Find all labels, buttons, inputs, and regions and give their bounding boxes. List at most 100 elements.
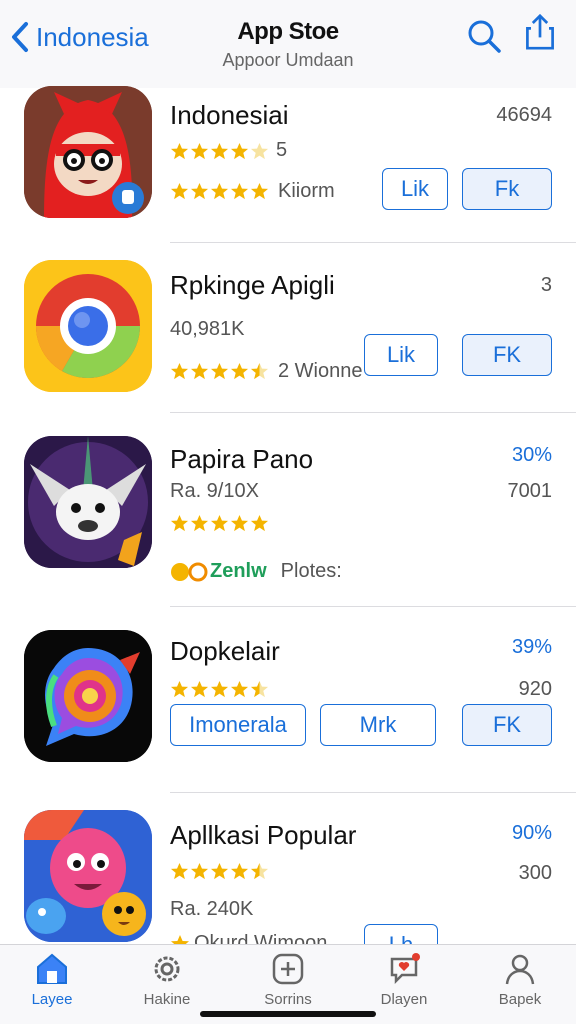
star-icon <box>230 182 249 200</box>
home-indicator <box>200 1011 376 1017</box>
tab-label: Layee <box>31 991 73 1008</box>
tab-label: Sorrins <box>264 991 312 1008</box>
tab-label: Hakine <box>143 991 191 1008</box>
tab-hakine[interactable]: Hakine <box>117 951 217 1008</box>
nav-header: Indonesia App Stoe Appoor Umdaan <box>0 0 576 88</box>
rating-stars: 2 Wionne <box>170 360 363 385</box>
tab-layee[interactable]: Layee <box>2 951 102 1008</box>
creature-icon <box>24 436 152 568</box>
star-icon <box>230 862 249 880</box>
list-item[interactable]: Papira Pano 30% Ra. 9/10X 7001 Zenlw Plo… <box>0 414 576 608</box>
app-stat: 300 <box>518 862 552 884</box>
tab-label: Bapek <box>498 991 542 1008</box>
fk-button[interactable]: Fk <box>462 168 552 210</box>
star-icon <box>250 514 269 532</box>
star-icon <box>250 142 269 160</box>
rating-stars <box>170 680 269 699</box>
star-icon <box>210 514 229 532</box>
star-icon <box>190 142 209 160</box>
mrk-button[interactable]: Mrk <box>320 704 436 746</box>
app-stat: 46694 <box>496 104 552 126</box>
divider <box>170 792 576 793</box>
rating-stars: 5 <box>170 139 288 165</box>
star-icon <box>250 182 269 200</box>
list-item[interactable]: Rpkinge Apigli 3 40,981K 2 Wionne Lik FK <box>0 244 576 414</box>
rating-stars <box>170 862 269 881</box>
list-item[interactable]: Dopkelair 39% 920 Imonerala Mrk FK <box>0 608 576 794</box>
tab-sorrins[interactable]: Sorrins <box>238 951 338 1008</box>
app-name: Rpkinge Apigli <box>170 270 335 300</box>
star-icon <box>190 862 209 880</box>
brand-logo-icon <box>171 562 208 581</box>
lik-button[interactable]: Lik <box>364 334 438 376</box>
developer-name: Zenlw <box>210 560 267 582</box>
rating-stars: Kiiorm <box>170 180 335 205</box>
tab-bapek[interactable]: Bapek <box>470 951 570 1008</box>
star-icon <box>190 680 209 698</box>
browser-logo-icon <box>24 260 152 392</box>
developer-label: Plotes: <box>280 560 342 582</box>
star-icon <box>210 142 229 160</box>
star-icon <box>170 362 189 380</box>
developer-row: Zenlw Plotes: <box>170 560 342 583</box>
home-icon <box>37 953 67 984</box>
app-name: Indonesiai <box>170 100 289 130</box>
star-icon <box>190 514 209 532</box>
developer-name: Okurd Wimoon <box>194 932 328 944</box>
divider <box>170 606 576 607</box>
star-icon <box>170 514 189 532</box>
divider <box>170 242 576 243</box>
app-percent: 30% <box>511 444 552 466</box>
app-icon <box>24 630 152 762</box>
fk-button[interactable]: FK <box>462 334 552 376</box>
tab-label: Dlayen <box>380 991 428 1008</box>
app-meta: 40,981K <box>170 318 245 340</box>
gear-icon <box>154 956 180 982</box>
star-icon <box>171 934 189 944</box>
app-meta: Ra. 240K <box>170 898 254 920</box>
star-icon <box>210 680 229 698</box>
star-icon <box>210 182 229 200</box>
lik-button[interactable]: Lik <box>382 168 448 210</box>
chat-heart-icon <box>390 953 420 985</box>
star-icon <box>230 514 249 532</box>
app-icon <box>24 810 152 942</box>
star-icon <box>170 142 189 160</box>
app-meta: Ra. 9/10X <box>170 480 259 502</box>
search-icon[interactable] <box>466 18 502 54</box>
app-name: Apllkasi Popular <box>170 820 357 850</box>
app-icon <box>24 260 152 392</box>
star-icon <box>190 362 209 380</box>
star-icon <box>210 862 229 880</box>
list-item[interactable]: Apllkasi Popular 90% 300 Ra. 240K Okurd … <box>0 794 576 944</box>
imonerala-button[interactable]: Imonerala <box>170 704 306 746</box>
list-item[interactable]: Indonesiai 46694 5 Kiiorm Lik Fk <box>0 84 576 244</box>
star-icon <box>170 680 189 698</box>
star-icon <box>170 182 189 200</box>
rating-count: 5 <box>276 139 288 161</box>
spiral-chat-icon <box>24 630 152 762</box>
fk-button[interactable]: FK <box>462 704 552 746</box>
app-subtitle: 2 Wionne <box>278 360 363 382</box>
app-name: Papira Pano <box>170 444 314 474</box>
person-icon <box>505 954 535 985</box>
lh-button[interactable]: Lh <box>364 924 438 944</box>
divider <box>170 412 576 413</box>
app-icon <box>24 86 152 218</box>
add-icon <box>272 953 304 985</box>
developer-row: Okurd Wimoon <box>170 932 327 944</box>
tab-dlayen[interactable]: Dlayen <box>354 951 454 1008</box>
app-icon <box>24 436 152 568</box>
share-icon[interactable] <box>522 14 558 50</box>
app-stat: 3 <box>540 274 552 296</box>
red-character-icon <box>24 86 152 218</box>
app-percent: 39% <box>511 636 552 658</box>
app-subtitle: Kiiorm <box>278 180 335 202</box>
star-icon <box>170 862 189 880</box>
star-icon <box>230 142 249 160</box>
app-percent: 90% <box>511 822 552 844</box>
rating-stars <box>170 514 269 533</box>
app-name: Dopkelair <box>170 636 280 666</box>
star-half-icon <box>250 680 269 698</box>
app-stat: 920 <box>518 678 552 700</box>
